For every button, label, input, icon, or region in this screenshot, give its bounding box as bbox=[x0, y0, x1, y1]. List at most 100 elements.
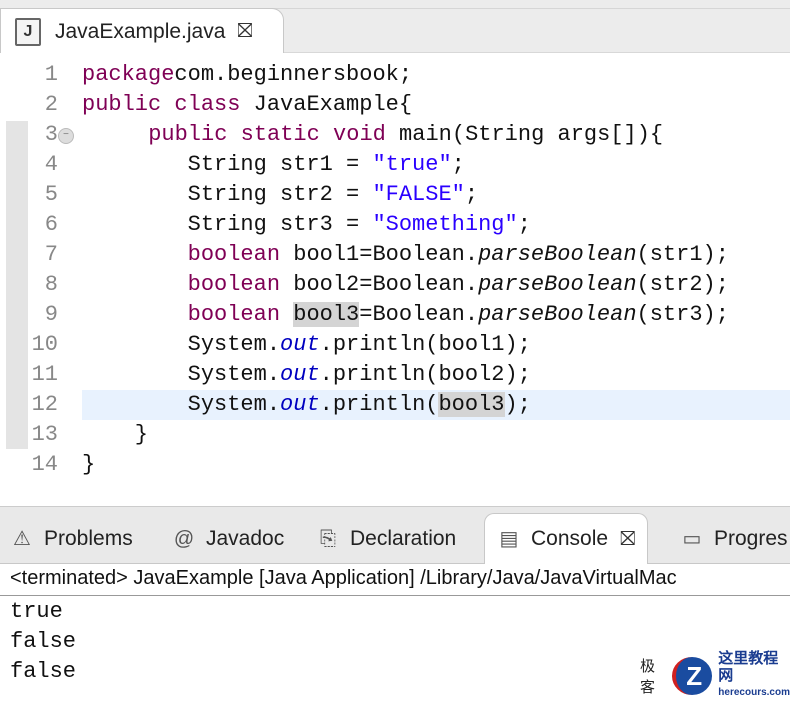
tab-javadoc[interactable]: @ Javadoc bbox=[172, 521, 284, 557]
code-token: bool3 bbox=[438, 392, 505, 417]
code-token: bool2=Boolean. bbox=[280, 272, 479, 297]
code-text: } bbox=[82, 450, 95, 480]
code-line: 9 boolean bool3=Boolean.parseBoolean(str… bbox=[0, 300, 790, 330]
line-number: 9 bbox=[44, 302, 58, 327]
code-text: public static void main(String args[]){ bbox=[135, 120, 663, 150]
code-token: .println(bool2); bbox=[319, 362, 531, 387]
code-token: System. bbox=[82, 362, 281, 387]
code-token: String str1 = bbox=[82, 152, 373, 177]
code-token: out bbox=[280, 332, 320, 357]
line-number: 10 bbox=[31, 332, 58, 357]
line-number: 3 bbox=[44, 122, 58, 147]
code-text: String str2 = "FALSE"; bbox=[82, 180, 478, 210]
line-number: 5 bbox=[44, 182, 58, 207]
declaration-icon: ⎘ bbox=[320, 528, 336, 550]
code-token: "true" bbox=[372, 152, 452, 177]
console-icon: ▤ bbox=[499, 528, 519, 550]
fold-toggle-icon[interactable]: − bbox=[58, 128, 74, 144]
code-text: String str1 = "true"; bbox=[82, 150, 465, 180]
code-token: parseBoolean bbox=[478, 272, 637, 297]
code-token: void bbox=[333, 122, 386, 147]
code-line: 14} bbox=[0, 450, 790, 480]
code-text: System.out.println(bool2); bbox=[82, 360, 531, 390]
code-line: 6 String str3 = "Something"; bbox=[0, 210, 790, 240]
line-number: 6 bbox=[44, 212, 58, 237]
line-number: 4 bbox=[44, 152, 58, 177]
code-token: ); bbox=[504, 392, 531, 417]
code-token: String str3 = bbox=[82, 212, 373, 237]
code-token: class bbox=[174, 92, 241, 117]
tab-javaexample[interactable]: J JavaExample.java ⛝ bbox=[0, 8, 284, 54]
code-token: } bbox=[82, 422, 149, 447]
code-token: public bbox=[148, 122, 228, 147]
code-token: public bbox=[82, 92, 162, 117]
progress-icon: ▭ bbox=[682, 528, 702, 550]
code-token: ; bbox=[517, 212, 531, 237]
close-icon[interactable]: ⛝ bbox=[620, 528, 635, 551]
logo-prefix: 极客 bbox=[640, 657, 656, 696]
code-text: System.out.println(bool1); bbox=[82, 330, 531, 360]
code-token: ; bbox=[451, 152, 465, 177]
code-token: =Boolean. bbox=[359, 302, 479, 327]
code-line: 5 String str2 = "FALSE"; bbox=[0, 180, 790, 210]
editor-tab-bar: J JavaExample.java ⛝ bbox=[0, 0, 790, 54]
code-token: JavaExample{ bbox=[240, 92, 413, 117]
code-token: "Something" bbox=[372, 212, 518, 237]
line-number: 13 bbox=[31, 422, 58, 447]
console-output-line: false bbox=[10, 629, 77, 654]
code-text: packagecom.beginnersbook; bbox=[82, 60, 412, 90]
code-token: bool3 bbox=[293, 302, 360, 327]
code-token: (str1); bbox=[636, 242, 729, 267]
code-token: } bbox=[82, 452, 96, 477]
code-token: (str3); bbox=[636, 302, 729, 327]
line-number: 8 bbox=[44, 272, 58, 297]
close-icon[interactable]: ⛝ bbox=[237, 20, 252, 43]
code-token: System. bbox=[82, 332, 281, 357]
code-text: } bbox=[82, 420, 148, 450]
code-token: out bbox=[280, 392, 320, 417]
code-text: boolean bool3=Boolean.parseBoolean(str3)… bbox=[82, 300, 729, 330]
java-file-icon: J bbox=[15, 17, 41, 46]
code-line: 7 boolean bool1=Boolean.parseBoolean(str… bbox=[0, 240, 790, 270]
code-text: public class JavaExample{ bbox=[82, 90, 412, 120]
code-line: 12 System.out.println(bool3); bbox=[0, 390, 790, 420]
code-token: main(String args[]){ bbox=[385, 122, 664, 147]
code-editor[interactable]: 1 packagecom.beginnersbook; 2 public class … bbox=[0, 53, 790, 500]
tab-declaration[interactable]: ⎘ Declaration bbox=[316, 521, 456, 557]
code-token: boolean bbox=[187, 302, 281, 327]
tab-console[interactable]: ▤ Console ⛝ bbox=[484, 513, 649, 564]
code-token: parseBoolean bbox=[478, 242, 637, 267]
code-line: 2 public class JavaExample{ bbox=[0, 90, 790, 120]
code-line: 10 System.out.println(bool1); bbox=[0, 330, 790, 360]
code-token: parseBoolean bbox=[478, 302, 637, 327]
code-line: 11 System.out.println(bool2); bbox=[0, 360, 790, 390]
logo-title: 这里教程网 bbox=[718, 650, 779, 684]
code-token: boolean bbox=[187, 242, 281, 267]
line-number: 2 bbox=[44, 92, 58, 117]
code-token: .println(bool1); bbox=[319, 332, 531, 357]
code-text: System.out.println(bool3); bbox=[82, 390, 531, 420]
code-text: boolean bool1=Boolean.parseBoolean(str1)… bbox=[82, 240, 729, 270]
code-line: 3− public static void main(String args[]… bbox=[0, 120, 790, 150]
code-token: .println( bbox=[319, 392, 439, 417]
console-output-line: false bbox=[10, 659, 77, 684]
tab-problems[interactable]: ⚠ Problems bbox=[10, 521, 133, 557]
problems-icon: ⚠ bbox=[13, 528, 31, 550]
code-token: bool1=Boolean. bbox=[280, 242, 479, 267]
tab-title: JavaExample.java bbox=[55, 19, 226, 43]
panel-tab-bar: ⚠ Problems @ Javadoc ⎘ Declaration ▤ Console… bbox=[0, 507, 790, 564]
code-text: String str3 = "Something"; bbox=[82, 210, 531, 240]
code-token: out bbox=[280, 362, 320, 387]
line-number: 11 bbox=[31, 362, 58, 387]
line-number: 14 bbox=[31, 452, 58, 477]
code-token: (str2); bbox=[636, 272, 729, 297]
tab-progress[interactable]: ▭ Progres bbox=[680, 521, 788, 557]
